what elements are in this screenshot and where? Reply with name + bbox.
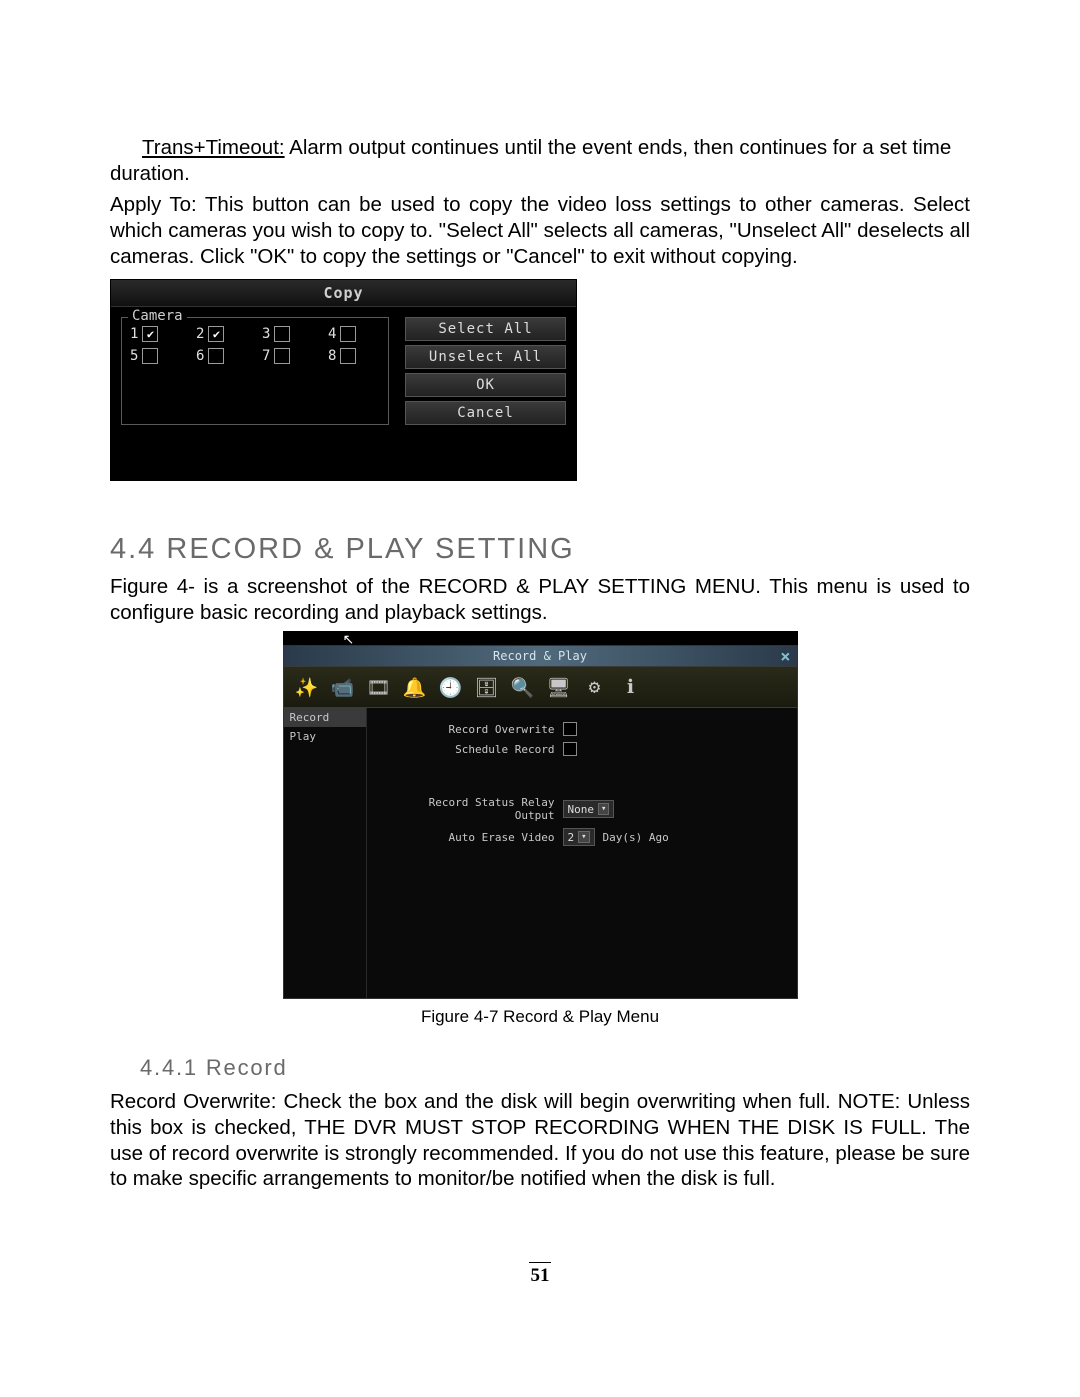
schedule-icon[interactable]: 🕘 <box>436 673 466 701</box>
schedule-record-checkbox[interactable] <box>563 742 577 756</box>
camera-icon[interactable]: 📹 <box>328 673 358 701</box>
select-all-button[interactable]: Select All <box>405 317 566 341</box>
camera-5[interactable]: 5 <box>130 348 182 364</box>
record-play-toolbar: ✨ 📹 🎞 🔔 🕘 🗄 🔍 🖥 ⚙ ℹ <box>284 666 797 708</box>
wizard-icon[interactable]: ✨ <box>292 673 322 701</box>
record-play-title: Record & Play <box>493 649 587 663</box>
sidebar-item-play[interactable]: Play <box>284 727 366 746</box>
label-record-status-relay: Record Status Relay Output <box>385 796 555 822</box>
record-status-relay-select[interactable]: None▾ <box>563 800 615 818</box>
record-play-main: Record Overwrite Schedule Record Record … <box>367 708 797 998</box>
display-icon[interactable]: 🖥 <box>544 673 574 701</box>
text-apply-to: This button can be used to copy the vide… <box>110 193 970 267</box>
search-icon[interactable]: 🔍 <box>508 673 538 701</box>
checkbox-icon <box>208 348 224 364</box>
checkbox-icon <box>340 326 356 342</box>
checkbox-icon: ✔ <box>208 326 224 342</box>
checkbox-icon <box>142 348 158 364</box>
ok-button[interactable]: OK <box>405 373 566 397</box>
camera-7[interactable]: 7 <box>262 348 314 364</box>
checkbox-icon <box>274 326 290 342</box>
checkbox-icon <box>340 348 356 364</box>
camera-6[interactable]: 6 <box>196 348 248 364</box>
page-number: 51 <box>110 1262 970 1287</box>
network-icon[interactable]: 🗄 <box>472 673 502 701</box>
label-trans-timeout: Trans+Timeout: <box>142 136 285 159</box>
para-apply-to: Apply To: This button can be used to cop… <box>110 192 970 269</box>
cursor-icon: ↖ <box>283 631 798 645</box>
unselect-all-button[interactable]: Unselect All <box>405 345 566 369</box>
auto-erase-video-select[interactable]: 2▾ <box>563 828 595 846</box>
record-icon[interactable]: 🎞 <box>364 673 394 701</box>
chevron-down-icon: ▾ <box>578 831 589 843</box>
label-apply-to: Apply To: <box>110 193 197 216</box>
label-schedule-record: Schedule Record <box>385 743 555 756</box>
figure-caption: Figure 4-7 Record & Play Menu <box>110 1007 970 1027</box>
camera-fieldset: Camera 1✔ 2✔ 3 4 5 6 7 8 <box>121 317 389 425</box>
record-play-screenshot: ↖ Record & Play × ✨ 📹 🎞 🔔 🕘 🗄 🔍 🖥 ⚙ ℹ <box>283 631 798 999</box>
heading-record-play-setting: 4.4 RECORD & PLAY SETTING <box>110 533 970 566</box>
sidebar-item-record[interactable]: Record <box>284 708 366 727</box>
copy-dialog: Copy Camera 1✔ 2✔ 3 4 5 6 7 8 Select All… <box>110 279 577 481</box>
settings-icon[interactable]: ⚙ <box>580 673 610 701</box>
heading-record: 4.4.1 Record <box>140 1055 970 1081</box>
cancel-button[interactable]: Cancel <box>405 401 566 425</box>
para-record-overwrite: Record Overwrite: Check the box and the … <box>110 1089 970 1192</box>
label-auto-erase-video: Auto Erase Video <box>385 831 555 844</box>
checkbox-icon <box>274 348 290 364</box>
record-play-titlebar: Record & Play × <box>284 646 797 666</box>
para-record-play-intro: Figure 4- is a screenshot of the RECORD … <box>110 574 970 625</box>
chevron-down-icon: ▾ <box>598 803 609 815</box>
alarm-icon[interactable]: 🔔 <box>400 673 430 701</box>
camera-grid: 1✔ 2✔ 3 4 5 6 7 8 <box>130 326 380 364</box>
camera-4[interactable]: 4 <box>328 326 380 342</box>
para-trans-timeout: Trans+Timeout: Alarm output continues un… <box>110 135 970 186</box>
record-play-sidebar: Record Play <box>284 708 367 998</box>
camera-8[interactable]: 8 <box>328 348 380 364</box>
checkbox-icon: ✔ <box>142 326 158 342</box>
close-icon[interactable]: × <box>780 647 790 667</box>
label-record-overwrite: Record Overwrite <box>385 723 555 736</box>
camera-1[interactable]: 1✔ <box>130 326 182 342</box>
copy-dialog-title: Copy <box>111 280 576 307</box>
camera-3[interactable]: 3 <box>262 326 314 342</box>
camera-legend: Camera <box>128 308 187 324</box>
camera-2[interactable]: 2✔ <box>196 326 248 342</box>
label-days-ago: Day(s) Ago <box>603 831 669 844</box>
info-icon[interactable]: ℹ <box>616 673 646 701</box>
record-overwrite-checkbox[interactable] <box>563 722 577 736</box>
